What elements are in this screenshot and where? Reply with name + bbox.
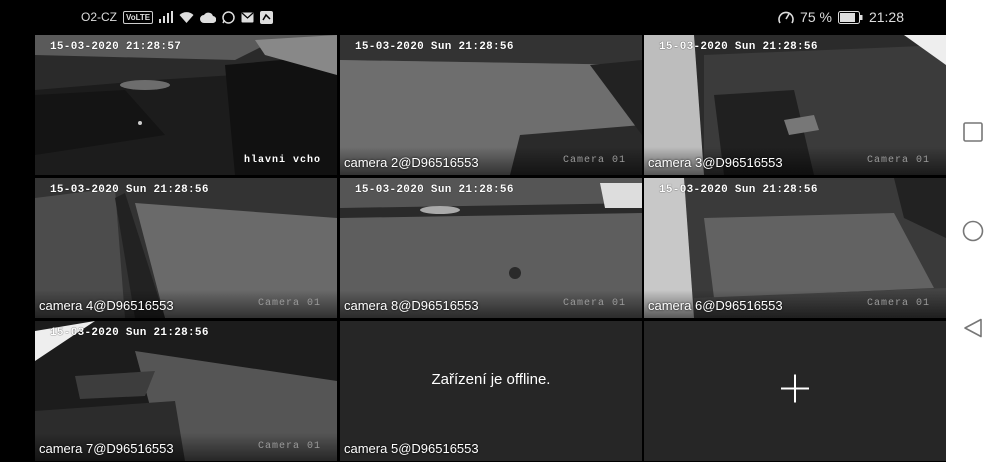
speedometer-icon [778,10,794,25]
camera-tile-3[interactable]: 15-03-2020 Sun 21:28:56 Camera 01 camera… [644,35,946,175]
camera-tile-7[interactable]: 15-03-2020 Sun 21:28:56 Camera 01 camera… [35,321,337,461]
wifi-icon [179,11,194,23]
camera-tile-5[interactable]: 15-03-2020 Sun 21:28:56 Camera 01 camera… [340,178,642,318]
volte-badge: VoLTE [123,10,154,24]
carrier-label: O2-CZ [81,10,117,24]
camera-name-label: camera 3@D96516553 [648,155,783,170]
osd-channel-label: Camera 01 [562,155,626,166]
camera-tile-4[interactable]: 15-03-2020 Sun 21:28:56 Camera 01 camera… [35,178,337,318]
navigation-bar [946,0,1000,462]
offline-message: Zařízení je offline. [431,371,551,388]
camera-tile-6[interactable]: 15-03-2020 Sun 21:28:56 Camera 01 camera… [644,178,946,318]
home-circle-icon[interactable] [946,211,1000,251]
cloud-icon [200,12,217,23]
osd-timestamp: 15-03-2020 21:28:57 [50,41,182,53]
osd-channel-label: Camera 01 [562,298,626,309]
camera-feed-1 [35,35,337,175]
osd-timestamp: 15-03-2020 Sun 21:28:56 [50,327,209,339]
recents-square-icon[interactable] [946,112,1000,152]
camera-name-label: camera 5@D96516553 [344,441,479,456]
app-screen: O2-CZ VoLTE 75 % 21:28 15-03-2020 21:28:… [0,0,946,462]
osd-timestamp: 15-03-2020 Sun 21:28:56 [355,184,514,196]
mail-icon [241,12,254,23]
camera-name-label: camera 7@D96516553 [39,441,174,456]
battery-icon [837,10,863,24]
osd-channel-label: hlavni vcho [243,155,321,166]
status-bar: O2-CZ VoLTE 75 % 21:28 [0,0,946,35]
signal-icon [159,11,174,23]
osd-channel-label: Camera 01 [866,298,930,309]
camera-name-label: camera 6@D96516553 [648,298,783,313]
status-bar-left: O2-CZ VoLTE [81,10,274,24]
app-icon [260,10,274,24]
osd-timestamp: 15-03-2020 Sun 21:28:56 [659,41,818,53]
clock: 21:28 [868,9,904,25]
battery-percent: 75 % [800,9,832,25]
camera-grid: 15-03-2020 21:28:57 hlavni vcho 15-03-20… [35,35,946,462]
camera-tile-2[interactable]: 15-03-2020 Sun 21:28:56 Camera 01 camera… [340,35,642,175]
add-camera-tile[interactable] [644,321,946,461]
camera-tile-offline[interactable]: Zařízení je offline. camera 5@D96516553 [340,321,642,461]
osd-channel-label: Camera 01 [866,155,930,166]
whatsapp-icon [222,10,235,24]
camera-name-label: camera 4@D96516553 [39,298,174,313]
osd-timestamp: 15-03-2020 Sun 21:28:56 [50,184,209,196]
camera-tile-1[interactable]: 15-03-2020 21:28:57 hlavni vcho [35,35,337,175]
osd-channel-label: Camera 01 [257,298,321,309]
plus-icon[interactable] [781,374,809,408]
camera-name-label: camera 8@D96516553 [344,298,479,313]
osd-channel-label: Camera 01 [257,441,321,452]
osd-timestamp: 15-03-2020 Sun 21:28:56 [355,41,514,53]
osd-timestamp: 15-03-2020 Sun 21:28:56 [659,184,818,196]
back-triangle-icon[interactable] [946,308,1000,348]
status-bar-right: 75 % 21:28 [778,9,904,25]
camera-name-label: camera 2@D96516553 [344,155,479,170]
